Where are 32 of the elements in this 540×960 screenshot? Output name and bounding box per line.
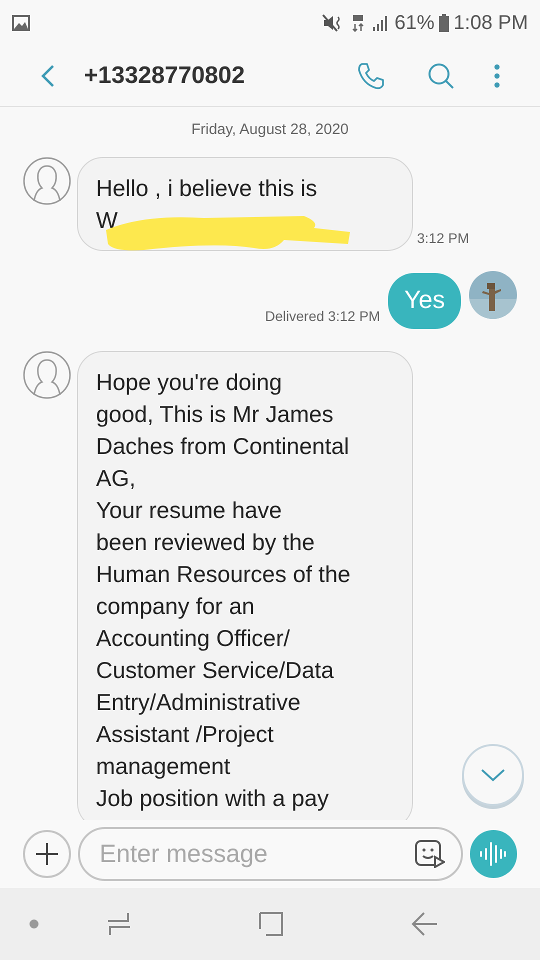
search-button[interactable] (426, 60, 456, 90)
home-icon[interactable] (258, 911, 284, 937)
mute-icon (322, 14, 342, 32)
battery-icon (438, 14, 449, 32)
message-field[interactable]: Enter message (78, 827, 463, 881)
delivery-status: Delivered 3:12 PM (265, 306, 380, 326)
message-time: 3:12 PM (417, 228, 470, 248)
battery-level: 61% (394, 10, 435, 36)
contact-avatar-icon (23, 350, 71, 398)
contact-avatar-icon (23, 156, 71, 204)
plus-icon (34, 842, 59, 866)
message-bubble: Yes (388, 272, 461, 328)
contact-number: +13328770802 (84, 60, 246, 90)
image-icon (12, 14, 30, 30)
search-icon (427, 62, 455, 90)
voice-button[interactable] (470, 830, 517, 878)
more-button[interactable] (492, 62, 502, 90)
sticker-icon (414, 840, 445, 868)
phone-icon (356, 60, 386, 90)
recent-apps-icon[interactable] (106, 911, 132, 937)
add-button[interactable] (23, 830, 71, 878)
more-icon (494, 64, 500, 88)
chevron-down-icon (480, 768, 506, 782)
message-text: Hello , i believe this is W (96, 174, 318, 234)
clock: 1:08 PM (454, 10, 528, 36)
network-icon (352, 14, 364, 32)
back-arrow-icon[interactable] (411, 911, 439, 937)
dot-icon[interactable] (29, 919, 39, 929)
waveform-icon (479, 841, 508, 867)
back-icon (41, 64, 55, 88)
date-label: Friday, August 28, 2020 (190, 120, 350, 140)
message-text: Hope you're doing good, This is Mr James Daches from Continental AG, Your resume have been reviewed by the Human Resources of the company for an Accounting Officer/ Customer Service/Data Entry/Administrative Assistant /Project management Job position with a pay (96, 368, 352, 813)
